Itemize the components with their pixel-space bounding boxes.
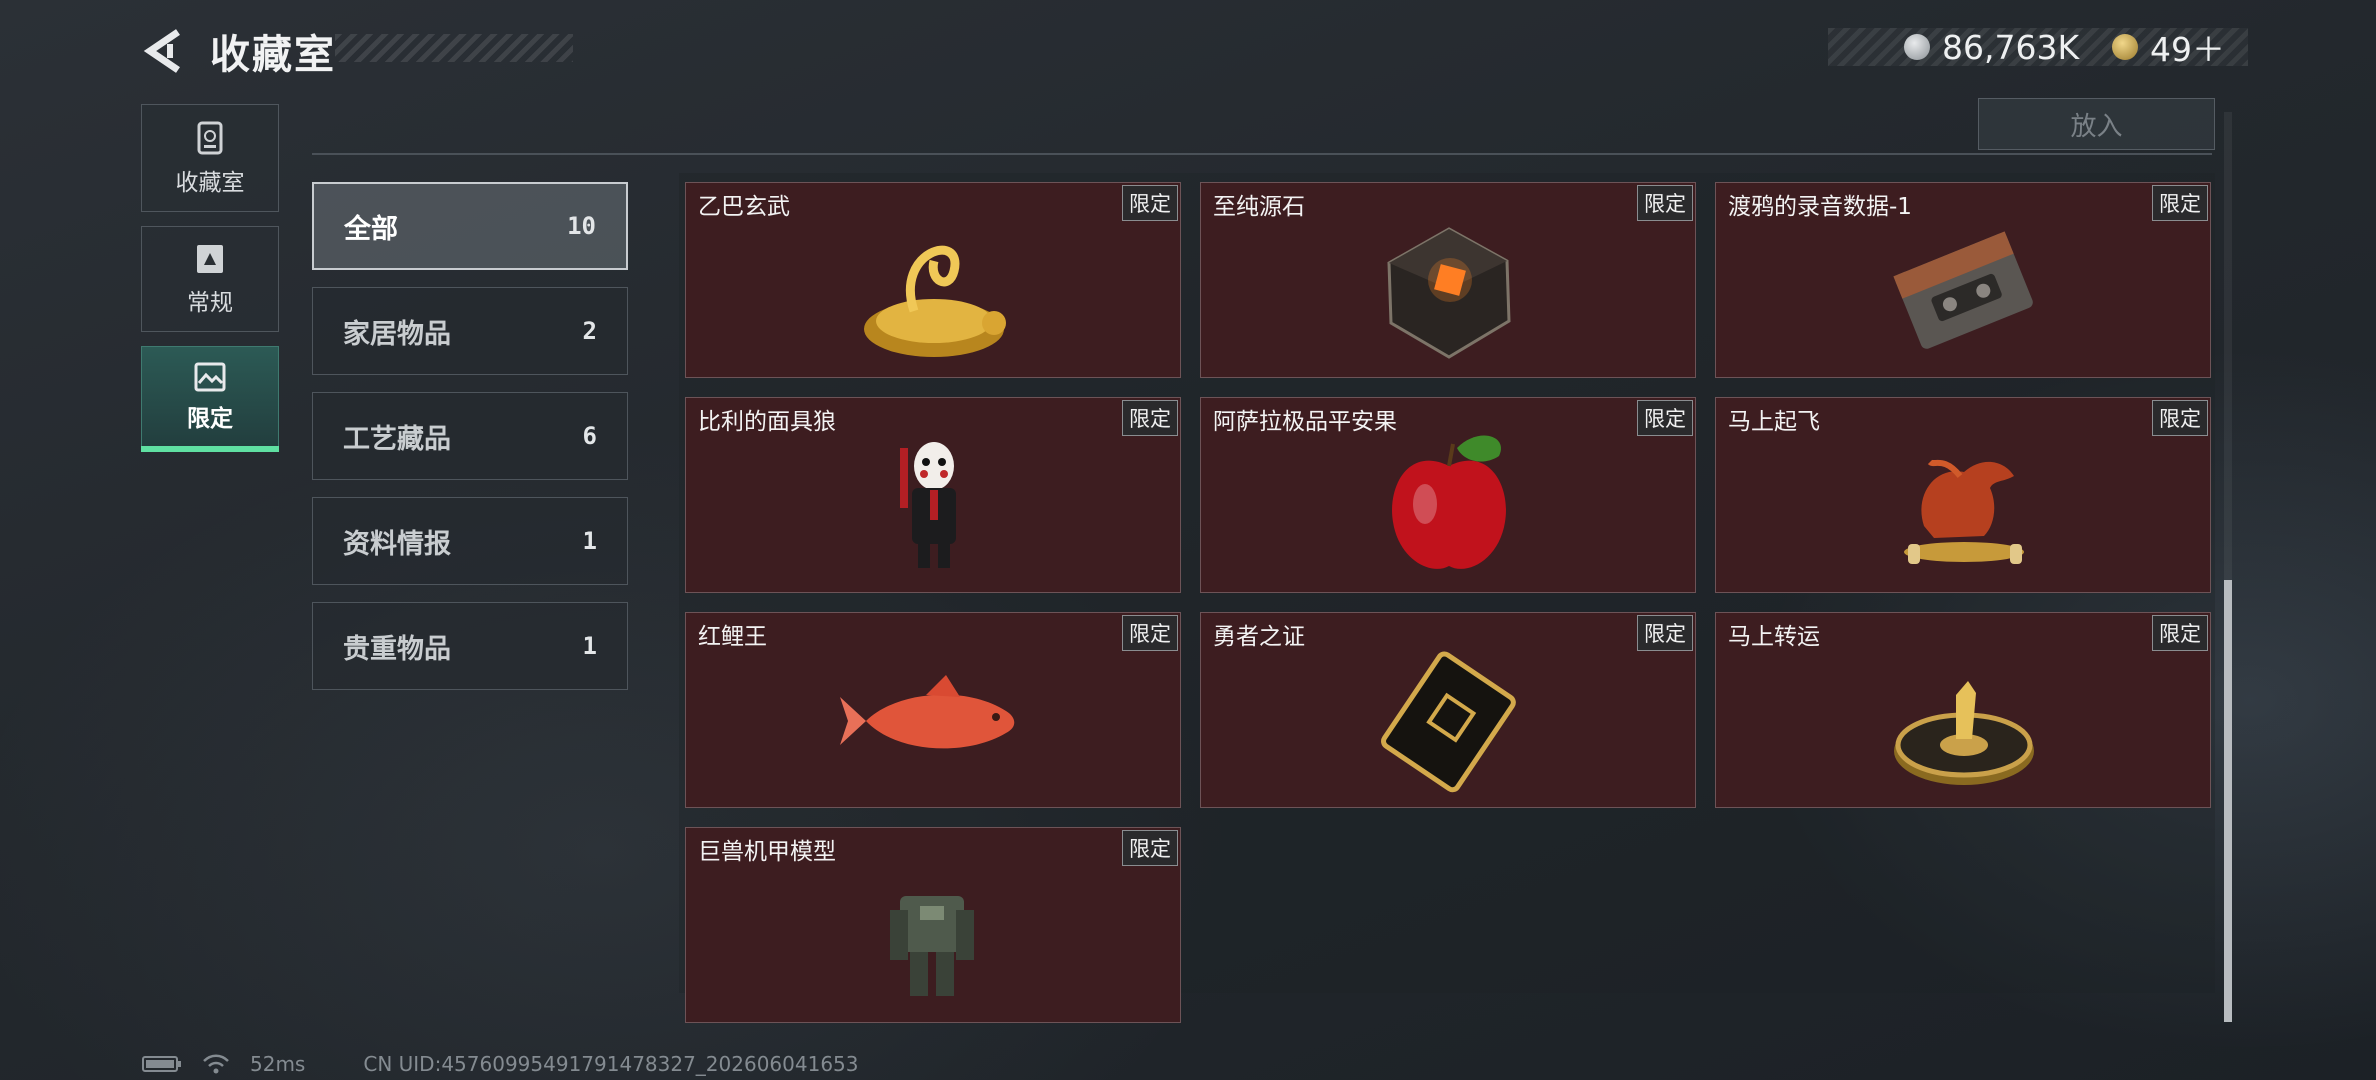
category-name: 资料情报 xyxy=(343,528,451,560)
silver-amount: 86,763K xyxy=(1942,27,2080,67)
sidebar-label: 常规 xyxy=(187,290,233,316)
item-name: 巨兽机甲模型 xyxy=(698,839,836,865)
crystal-stone-icon xyxy=(1387,227,1511,359)
status-footer: 52ms CN UID:45760995491791478327_2026060… xyxy=(142,1052,859,1076)
item-card[interactable]: 巨兽机甲模型 限定 xyxy=(685,827,1181,1023)
category-count: 6 xyxy=(582,422,597,450)
currency-bar: 86,763K 49＋ xyxy=(1828,27,2248,69)
limited-badge: 限定 xyxy=(1637,185,1693,221)
limited-badge: 限定 xyxy=(2152,185,2208,221)
sidebar-label: 收藏室 xyxy=(175,170,245,196)
golden-coin-horse-icon xyxy=(1894,681,2034,785)
sidebar-item-limited[interactable]: 限定 xyxy=(141,346,279,448)
mech-model-icon xyxy=(890,896,974,996)
category-count: 1 xyxy=(582,527,597,555)
item-card[interactable]: 至纯源石 限定 xyxy=(1200,182,1696,378)
item-card[interactable]: 红鲤王 限定 xyxy=(685,612,1181,808)
category-home[interactable]: 家居物品 2 xyxy=(312,287,628,375)
limited-badge: 限定 xyxy=(2152,615,2208,651)
sidebar-label: 限定 xyxy=(187,406,233,432)
cassette-tape-icon xyxy=(1893,231,2033,349)
golden-tortoise-snake-icon xyxy=(864,245,1006,357)
collection-room-icon xyxy=(197,121,223,155)
item-card[interactable]: 马上起飞 限定 xyxy=(1715,397,2211,593)
red-carp-icon xyxy=(840,675,1015,749)
golden-card-icon xyxy=(1381,651,1516,793)
red-horse-statue-icon xyxy=(1904,459,2024,564)
category-craft[interactable]: 工艺藏品 6 xyxy=(312,392,628,480)
limited-badge: 限定 xyxy=(1637,400,1693,436)
category-name: 贵重物品 xyxy=(343,633,451,665)
category-valuable[interactable]: 贵重物品 1 xyxy=(312,602,628,690)
put-in-button[interactable]: 放入 xyxy=(1978,98,2215,150)
category-count: 2 xyxy=(582,317,597,345)
wifi-icon xyxy=(203,1054,229,1074)
item-name: 乙巴玄武 xyxy=(698,194,790,220)
battery-icon xyxy=(142,1056,181,1072)
category-count: 1 xyxy=(582,632,597,660)
item-name: 红鲤王 xyxy=(698,624,767,650)
item-card[interactable]: 乙巴玄武 限定 xyxy=(685,182,1181,378)
scrollbar-thumb[interactable] xyxy=(2224,580,2232,1022)
limited-image-icon xyxy=(194,362,226,392)
red-apple-icon xyxy=(1392,435,1506,569)
category-intel[interactable]: 资料情报 1 xyxy=(312,497,628,585)
category-name: 全部 xyxy=(344,213,398,245)
item-card[interactable]: 渡鸦的录音数据-1 限定 xyxy=(1715,182,2211,378)
gold-amount: 49＋ xyxy=(2150,30,2225,69)
limited-badge: 限定 xyxy=(1122,615,1178,651)
item-card[interactable]: 马上转运 限定 xyxy=(1715,612,2211,808)
back-arrow-icon[interactable] xyxy=(140,26,190,76)
regular-book-icon xyxy=(197,245,223,273)
silver-coin-icon xyxy=(1904,34,1930,60)
category-all[interactable]: 全部 10 xyxy=(312,182,628,270)
title-decoration xyxy=(335,34,573,62)
item-card[interactable]: 比利的面具狼 限定 xyxy=(685,397,1181,593)
category-name: 工艺藏品 xyxy=(343,423,451,455)
item-name: 勇者之证 xyxy=(1213,624,1305,650)
category-count: 10 xyxy=(567,212,596,240)
limited-badge: 限定 xyxy=(1122,400,1178,436)
latency-text: 52ms xyxy=(250,1052,306,1076)
item-card[interactable]: 勇者之证 限定 xyxy=(1200,612,1696,808)
limited-badge: 限定 xyxy=(1122,830,1178,866)
sidebar-item-collection[interactable]: 收藏室 xyxy=(141,104,279,212)
limited-badge: 限定 xyxy=(1122,185,1178,221)
category-name: 家居物品 xyxy=(343,318,451,350)
limited-badge: 限定 xyxy=(1637,615,1693,651)
sidebar-item-regular[interactable]: 常规 xyxy=(141,226,279,332)
divider xyxy=(312,153,2212,155)
puppet-doll-icon xyxy=(900,442,956,568)
active-indicator xyxy=(141,446,279,452)
uid-text: CN UID:45760995491791478327_202606041653 xyxy=(363,1052,859,1076)
item-name: 马上起飞 xyxy=(1728,409,1820,435)
gold-token-icon xyxy=(2112,34,2138,60)
page-title: 收藏室 xyxy=(210,32,336,78)
item-name: 马上转运 xyxy=(1728,624,1820,650)
item-name: 至纯源石 xyxy=(1213,194,1305,220)
limited-badge: 限定 xyxy=(2152,400,2208,436)
item-name: 比利的面具狼 xyxy=(698,409,836,435)
item-card[interactable]: 阿萨拉极品平安果 限定 xyxy=(1200,397,1696,593)
silver-currency: 86,763K xyxy=(1904,27,2080,67)
gold-currency[interactable]: 49＋ xyxy=(2112,28,2225,69)
